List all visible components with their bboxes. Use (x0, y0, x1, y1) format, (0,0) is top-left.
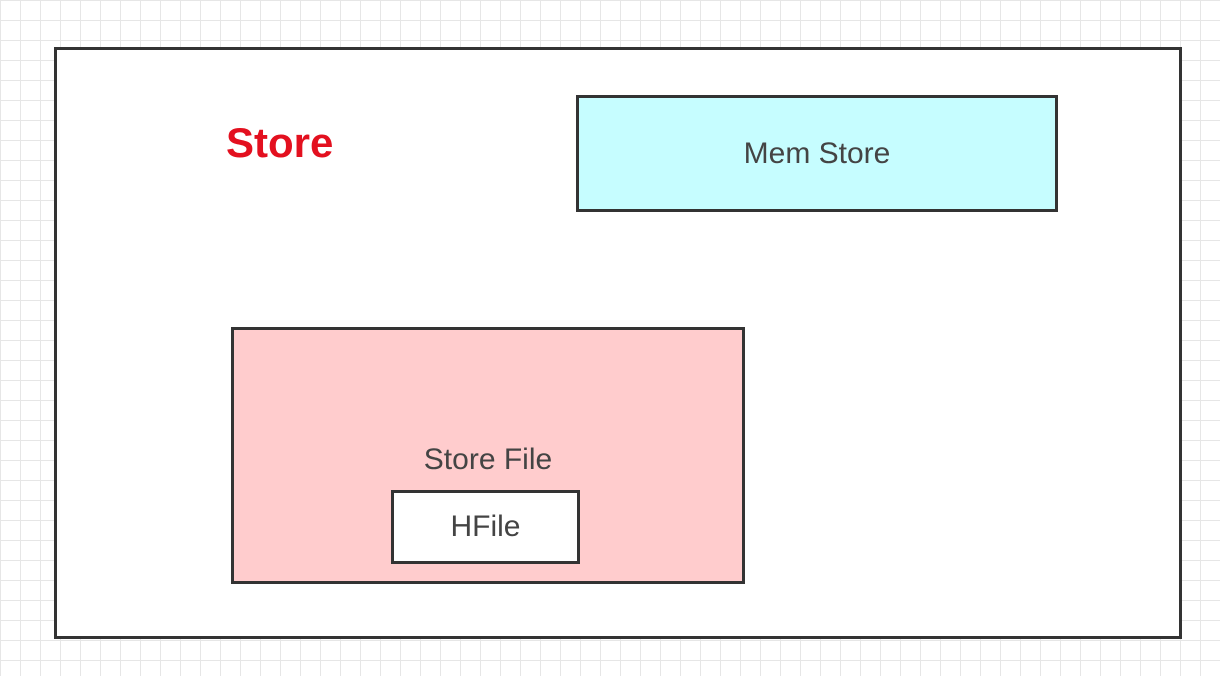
hfile-label: HFile (450, 510, 521, 543)
memstore-label: Mem Store (743, 136, 891, 170)
store-title: Store (226, 119, 334, 166)
memstore-box: Mem Store (576, 95, 1058, 212)
storefile-label: Store File (423, 443, 553, 476)
hfile-box: HFile (391, 490, 580, 564)
